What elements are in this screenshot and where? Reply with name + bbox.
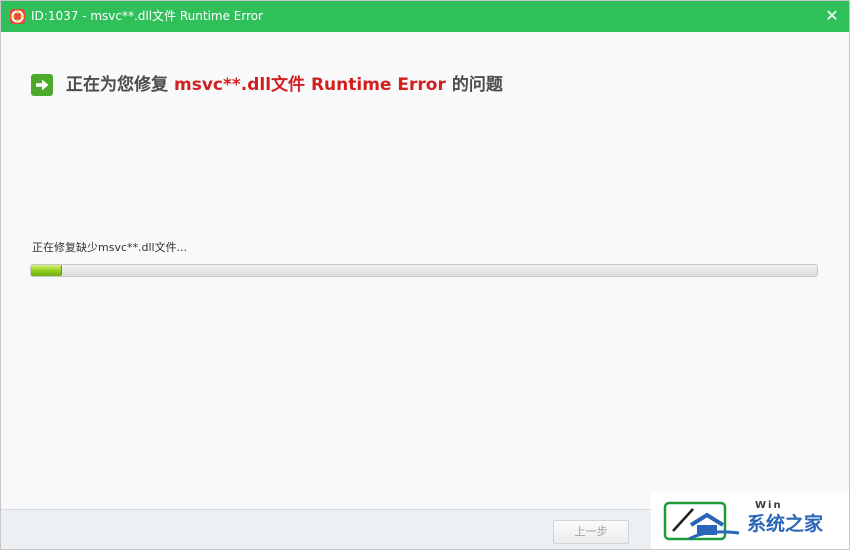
window-title: ID:1037 - msvc**.dll文件 Runtime Error [31, 9, 264, 23]
progress-bar-fill [31, 265, 63, 276]
close-button[interactable]: ✕ [821, 5, 843, 27]
close-icon: ✕ [825, 6, 839, 25]
title-bar[interactable]: ID:1037 - msvc**.dll文件 Runtime Error ✕ [1, 1, 849, 32]
watermark-text: 系统之家 [747, 513, 824, 535]
lifebuoy-icon [10, 9, 25, 24]
page-heading: 正在为您修复 msvc**.dll文件 Runtime Error 的问题 [31, 73, 503, 97]
watermark-sub: Win [755, 500, 783, 511]
heading-error-name: msvc**.dll文件 Runtime Error [174, 75, 446, 95]
heading-prefix: 正在为您修复 [66, 75, 168, 95]
arrow-right-icon [31, 74, 53, 96]
progress-status-text: 正在修复缺少msvc**.dll文件... [32, 241, 188, 254]
site-watermark: Win 系统之家 [651, 493, 849, 549]
progress-bar [30, 264, 818, 277]
heading-suffix: 的问题 [451, 75, 503, 95]
previous-step-button[interactable]: 上一步 [553, 520, 629, 544]
house-logo-icon [663, 501, 740, 541]
repair-window: ID:1037 - msvc**.dll文件 Runtime Error ✕ 正… [0, 0, 850, 550]
